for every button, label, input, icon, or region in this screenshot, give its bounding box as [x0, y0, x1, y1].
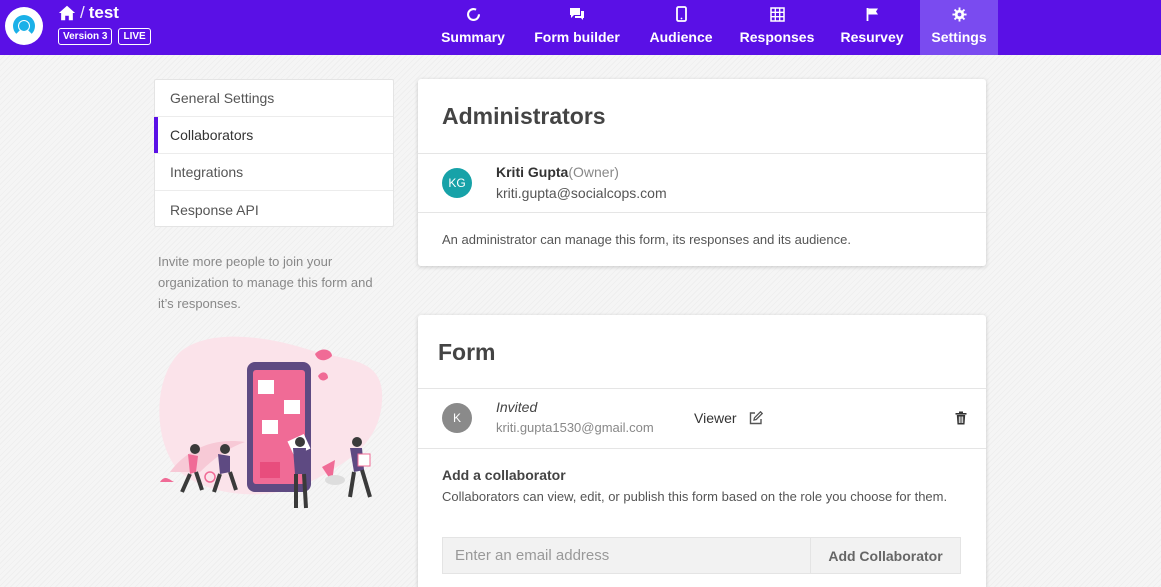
owner-name: Kriti Gupta — [496, 164, 569, 180]
form-collaborators-card: Form K Invited kriti.gupta1530@gmail.com… — [418, 315, 986, 587]
invitee-email: kriti.gupta1530@gmail.com — [496, 420, 654, 435]
tab-summary[interactable]: Summary — [432, 0, 514, 55]
app-logo[interactable] — [5, 7, 43, 45]
sidebar-item-integrations[interactable]: Integrations — [155, 154, 393, 191]
phone-icon — [673, 6, 689, 22]
form-name[interactable]: test — [89, 3, 119, 23]
chat-icon — [569, 6, 585, 22]
owner-avatar: KG — [442, 168, 472, 198]
owner-name-line: Kriti Gupta(Owner) — [496, 164, 619, 180]
sidebar-item-response-api[interactable]: Response API — [155, 191, 393, 228]
home-icon[interactable] — [58, 4, 76, 22]
tab-summary-label: Summary — [441, 29, 505, 45]
live-badge: LIVE — [118, 28, 151, 45]
grid-icon — [769, 6, 785, 22]
sidebar-item-collaborators[interactable]: Collaborators — [154, 117, 393, 154]
add-collaborator-description: Collaborators can view, edit, or publish… — [442, 489, 948, 504]
breadcrumb: / test — [58, 2, 119, 24]
tab-settings[interactable]: Settings — [920, 0, 998, 55]
tab-settings-label: Settings — [931, 29, 987, 45]
form-title: Form — [438, 339, 496, 365]
invitee-avatar: K — [442, 403, 472, 433]
sidebar-item-general-settings[interactable]: General Settings — [155, 80, 393, 117]
divider — [418, 388, 986, 389]
add-collaborator-title: Add a collaborator — [442, 467, 566, 483]
summary-icon — [465, 6, 481, 22]
owner-email: kriti.gupta@socialcops.com — [496, 185, 667, 201]
tab-form-builder-label: Form builder — [534, 29, 620, 45]
administrator-note: An administrator can manage this form, i… — [442, 232, 851, 247]
tab-audience-label: Audience — [649, 29, 713, 45]
collaboration-illustration — [159, 336, 383, 509]
tab-resurvey[interactable]: Resurvey — [832, 0, 912, 55]
top-bar: / test Version 3 LIVE Summary Form build… — [0, 0, 1161, 55]
invitee-role: Viewer — [694, 410, 737, 426]
tab-responses-label: Responses — [739, 29, 815, 45]
add-collaborator-button[interactable]: Add Collaborator — [810, 537, 961, 574]
tab-audience[interactable]: Audience — [640, 0, 722, 55]
breadcrumb-separator: / — [80, 3, 85, 22]
edit-icon[interactable] — [749, 411, 763, 425]
divider — [418, 448, 986, 449]
administrators-title: Administrators — [442, 103, 606, 129]
flag-icon — [864, 6, 880, 22]
trash-icon[interactable] — [955, 411, 967, 425]
tab-resurvey-label: Resurvey — [840, 29, 904, 45]
divider — [418, 153, 986, 154]
badges: Version 3 LIVE — [58, 28, 151, 45]
invite-help-text: Invite more people to join your organiza… — [158, 254, 373, 311]
logo-dot — [19, 21, 29, 31]
administrators-card: Administrators KG Kriti Gupta(Owner) kri… — [418, 79, 986, 266]
settings-sidebar: General Settings Collaborators Integrati… — [154, 79, 394, 227]
email-input[interactable] — [442, 537, 810, 574]
tab-responses[interactable]: Responses — [732, 0, 822, 55]
version-badge[interactable]: Version 3 — [58, 28, 113, 45]
gear-icon — [951, 6, 967, 22]
divider — [418, 212, 986, 213]
owner-role: (Owner) — [568, 164, 619, 180]
tab-form-builder[interactable]: Form builder — [523, 0, 631, 55]
invitee-status: Invited — [496, 399, 538, 415]
